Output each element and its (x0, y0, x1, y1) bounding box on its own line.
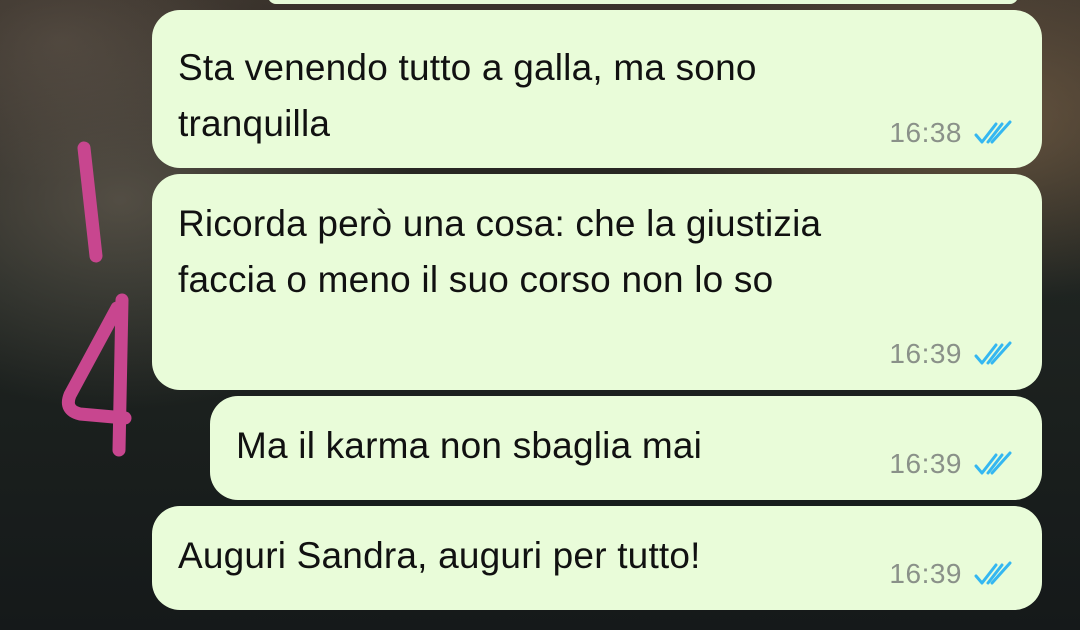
message-text: Ma il karma non sbaglia mai (236, 425, 703, 466)
message-meta: 16:38 (889, 117, 1014, 149)
message-meta: 16:39 (889, 558, 1014, 590)
message-text: Auguri Sandra, auguri per tutto! (178, 535, 701, 576)
message-time: 16:39 (889, 558, 962, 589)
message-time: 16:39 (889, 338, 962, 369)
message-bubble[interactable]: Ricorda però una cosa: che la giustizia … (152, 174, 1042, 390)
message-meta: 16:39 (889, 448, 1014, 480)
double-check-icon (972, 120, 1014, 146)
message-bubble[interactable]: Sta venendo tutto a galla, ma sono tranq… (152, 10, 1042, 168)
double-check-icon (972, 561, 1014, 587)
message-time: 16:39 (889, 448, 962, 479)
message-text: Ricorda però una cosa: che la giustizia … (178, 203, 822, 300)
message-meta: 16:39 (889, 338, 1014, 370)
handwritten-number-annotation (61, 141, 132, 457)
message-text: Sta venendo tutto a galla, ma sono tranq… (178, 47, 757, 144)
message-time: 16:38 (889, 117, 962, 148)
message-bubble[interactable]: Ma il karma non sbaglia mai 16:39 (210, 396, 1042, 500)
message-bubble[interactable]: Auguri Sandra, auguri per tutto! 16:39 (152, 506, 1042, 610)
double-check-icon (972, 451, 1014, 477)
previous-message-edge (268, 0, 1018, 4)
double-check-icon (972, 341, 1014, 367)
